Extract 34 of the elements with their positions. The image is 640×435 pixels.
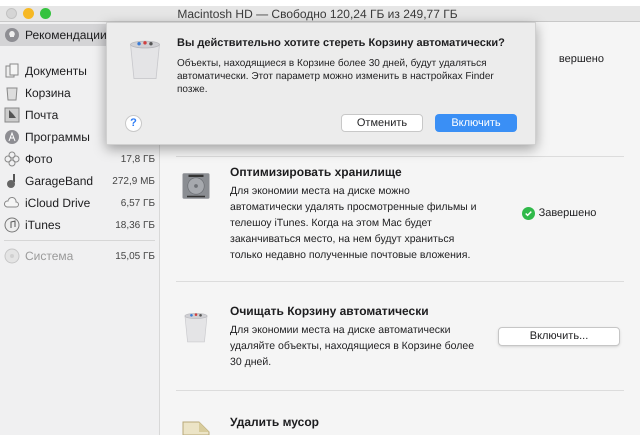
section-title: Оптимизировать хранилище bbox=[230, 164, 403, 181]
close-button[interactable] bbox=[6, 8, 17, 19]
documents-icon bbox=[4, 63, 20, 79]
document-icon bbox=[181, 421, 211, 435]
help-button[interactable]: ? bbox=[125, 114, 142, 132]
dialog-message: Объекты, находящиеся в Корзине более 30 дней, будут удаляться автоматически. Этот параметр можно изменить в настройках Finder позже. bbox=[177, 56, 495, 96]
enable-button[interactable]: Включить... bbox=[498, 326, 620, 346]
section-title: Удалить мусор bbox=[230, 414, 320, 431]
status-text: Завершено bbox=[538, 206, 596, 221]
applications-icon bbox=[4, 129, 20, 145]
trash-can-icon bbox=[4, 85, 20, 101]
section-title: Очищать Корзину автоматически bbox=[230, 303, 430, 320]
lightbulb-icon bbox=[4, 27, 20, 43]
sidebar-item[interactable]: iTunes 18,36 ГБ bbox=[0, 214, 159, 236]
trash-can-icon bbox=[183, 310, 209, 344]
minimize-button[interactable] bbox=[23, 8, 34, 19]
dialog-title: Вы действительно хотите стереть Корзину автоматически? bbox=[177, 36, 506, 51]
sidebar-item[interactable]: Корзина bbox=[0, 82, 159, 104]
flower-icon bbox=[4, 151, 20, 167]
zoom-button[interactable] bbox=[40, 8, 51, 19]
music-note-icon bbox=[4, 217, 20, 233]
sidebar-item[interactable]: iCloud Drive 6,57 ГБ bbox=[0, 192, 159, 214]
section-description: Для экономии места на диске автоматически удаляйте объекты, находящиеся в Корзине более 30 дней. bbox=[230, 323, 476, 370]
sidebar-item[interactable]: GarageBand 272,9 МБ bbox=[0, 170, 159, 192]
cancel-button[interactable]: Отменить bbox=[341, 114, 423, 132]
sidebar-item[interactable]: Документы bbox=[0, 60, 159, 82]
hard-drive-icon bbox=[181, 171, 211, 201]
status-text: вершено bbox=[558, 52, 604, 67]
checkmark-icon bbox=[522, 206, 535, 220]
window-title: Macintosh HD — Свободно 120,24 ГБ из 249,77 ГБ bbox=[177, 6, 458, 22]
disc-icon bbox=[4, 248, 20, 264]
section-description: Для экономии места на диске можно автоматически удалять просмотренные фильмы и телешоу iTunes. Когда на этом Mac будет заканчиваться место, на нем будут храниться только недавно полученные почтовые вложения. bbox=[230, 184, 478, 263]
mail-icon bbox=[4, 107, 20, 123]
sidebar-item[interactable]: Фото 17,8 ГБ bbox=[0, 148, 159, 170]
